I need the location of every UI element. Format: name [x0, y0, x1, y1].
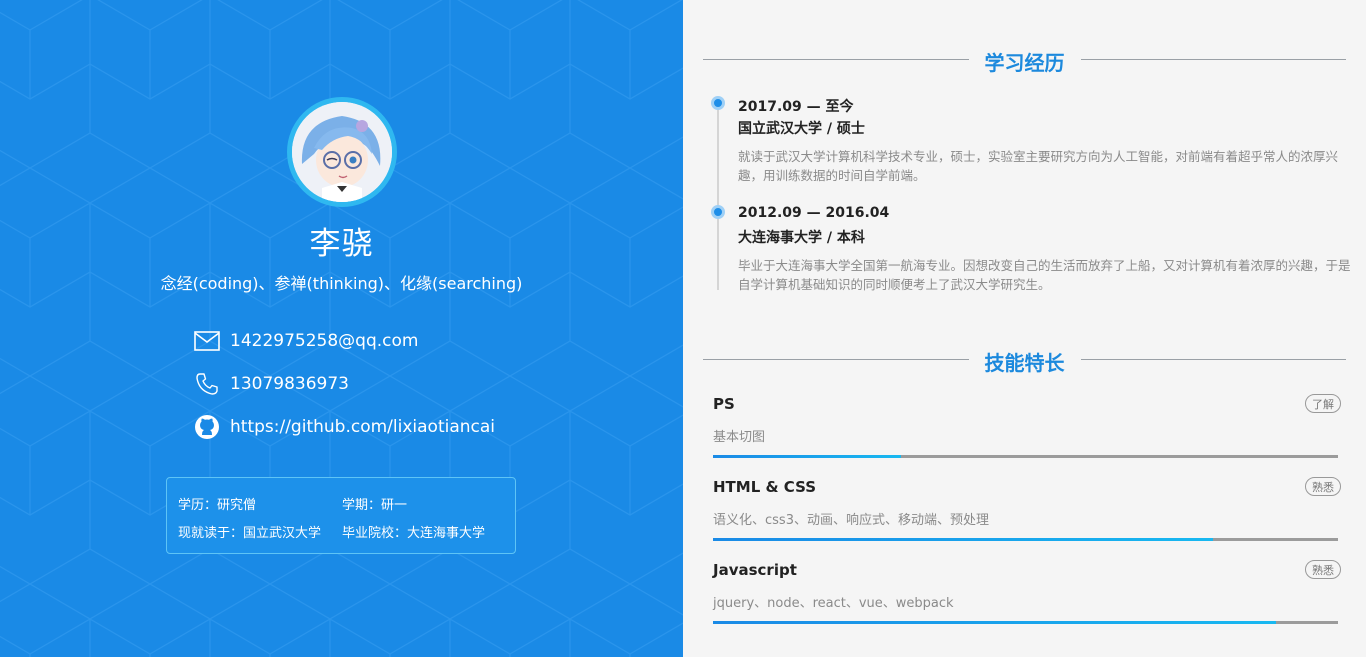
phone-icon	[194, 371, 220, 397]
info-term: 学期：研一	[342, 498, 408, 513]
contact-phone[interactable]: 13079836973	[194, 369, 349, 399]
timeline-dot	[711, 96, 725, 110]
edu-date: 2012.09 — 2016.04	[738, 205, 890, 221]
skills-title: 技能特长	[984, 351, 1065, 375]
avatar	[287, 97, 397, 207]
education-title: 学习经历	[984, 51, 1065, 75]
skill-progress-bar	[713, 455, 1338, 458]
skill-progress-bar	[713, 621, 1338, 624]
skill-name: Javascript	[713, 561, 797, 579]
skill-level-badge: 了解	[1305, 394, 1341, 413]
info-box: 学历：研究僧 学期：研一 现就读于：国立武汉大学 毕业院校：大连海事大学	[166, 477, 516, 554]
info-graduated-from: 毕业院校：大连海事大学	[342, 526, 486, 541]
skill-level-badge: 熟悉	[1305, 477, 1341, 496]
skill-desc: 基本切图	[713, 430, 766, 445]
edu-date: 2017.09 — 至今	[738, 99, 854, 115]
edu-school: 国立武汉大学 / 硕士	[738, 121, 865, 137]
edu-school: 大连海事大学 / 本科	[738, 230, 865, 246]
info-degree: 学历：研究僧	[178, 498, 257, 513]
edu-desc: 毕业于大连海事大学全国第一航海专业。因想改变自己的生活而放弃了上船，又对计算机有…	[738, 258, 1351, 292]
skills-section-title: 技能特长	[703, 347, 1346, 375]
mail-icon	[194, 328, 220, 354]
skill-progress-fill	[713, 538, 1213, 541]
contact-github[interactable]: https://github.com/lixiaotiancai	[194, 412, 495, 442]
email-text[interactable]: 1422975258@qq.com	[230, 331, 418, 351]
education-section-title: 学习经历	[703, 47, 1346, 75]
profile-name: 李骁	[309, 226, 374, 262]
profile-panel: 李骁 念经(coding)、参禅(thinking)、化缘(searching)…	[0, 0, 683, 657]
skill-name: HTML & CSS	[713, 478, 817, 496]
skill-name: PS	[713, 395, 735, 413]
profile-motto: 念经(coding)、参禅(thinking)、化缘(searching)	[160, 274, 523, 293]
skill-level-badge: 熟悉	[1305, 560, 1341, 579]
skill-progress-bar	[713, 538, 1338, 541]
skill-desc: jquery、node、react、vue、webpack	[713, 596, 954, 611]
skill-progress-fill	[713, 455, 901, 458]
phone-text[interactable]: 13079836973	[230, 374, 349, 394]
skill-progress-fill	[713, 621, 1276, 624]
info-current-school: 现就读于：国立武汉大学	[178, 526, 322, 541]
timeline-line	[717, 100, 719, 290]
skill-desc: 语义化、css3、动画、响应式、移动端、预处理	[713, 513, 989, 528]
edu-desc: 就读于武汉大学计算机科学技术专业，硕士，实验室主要研究方向为人工智能，对前端有着…	[738, 149, 1339, 183]
github-link[interactable]: https://github.com/lixiaotiancai	[230, 417, 495, 437]
contact-email[interactable]: 1422975258@qq.com	[194, 326, 418, 356]
github-icon	[194, 414, 220, 440]
timeline-dot	[711, 205, 725, 219]
